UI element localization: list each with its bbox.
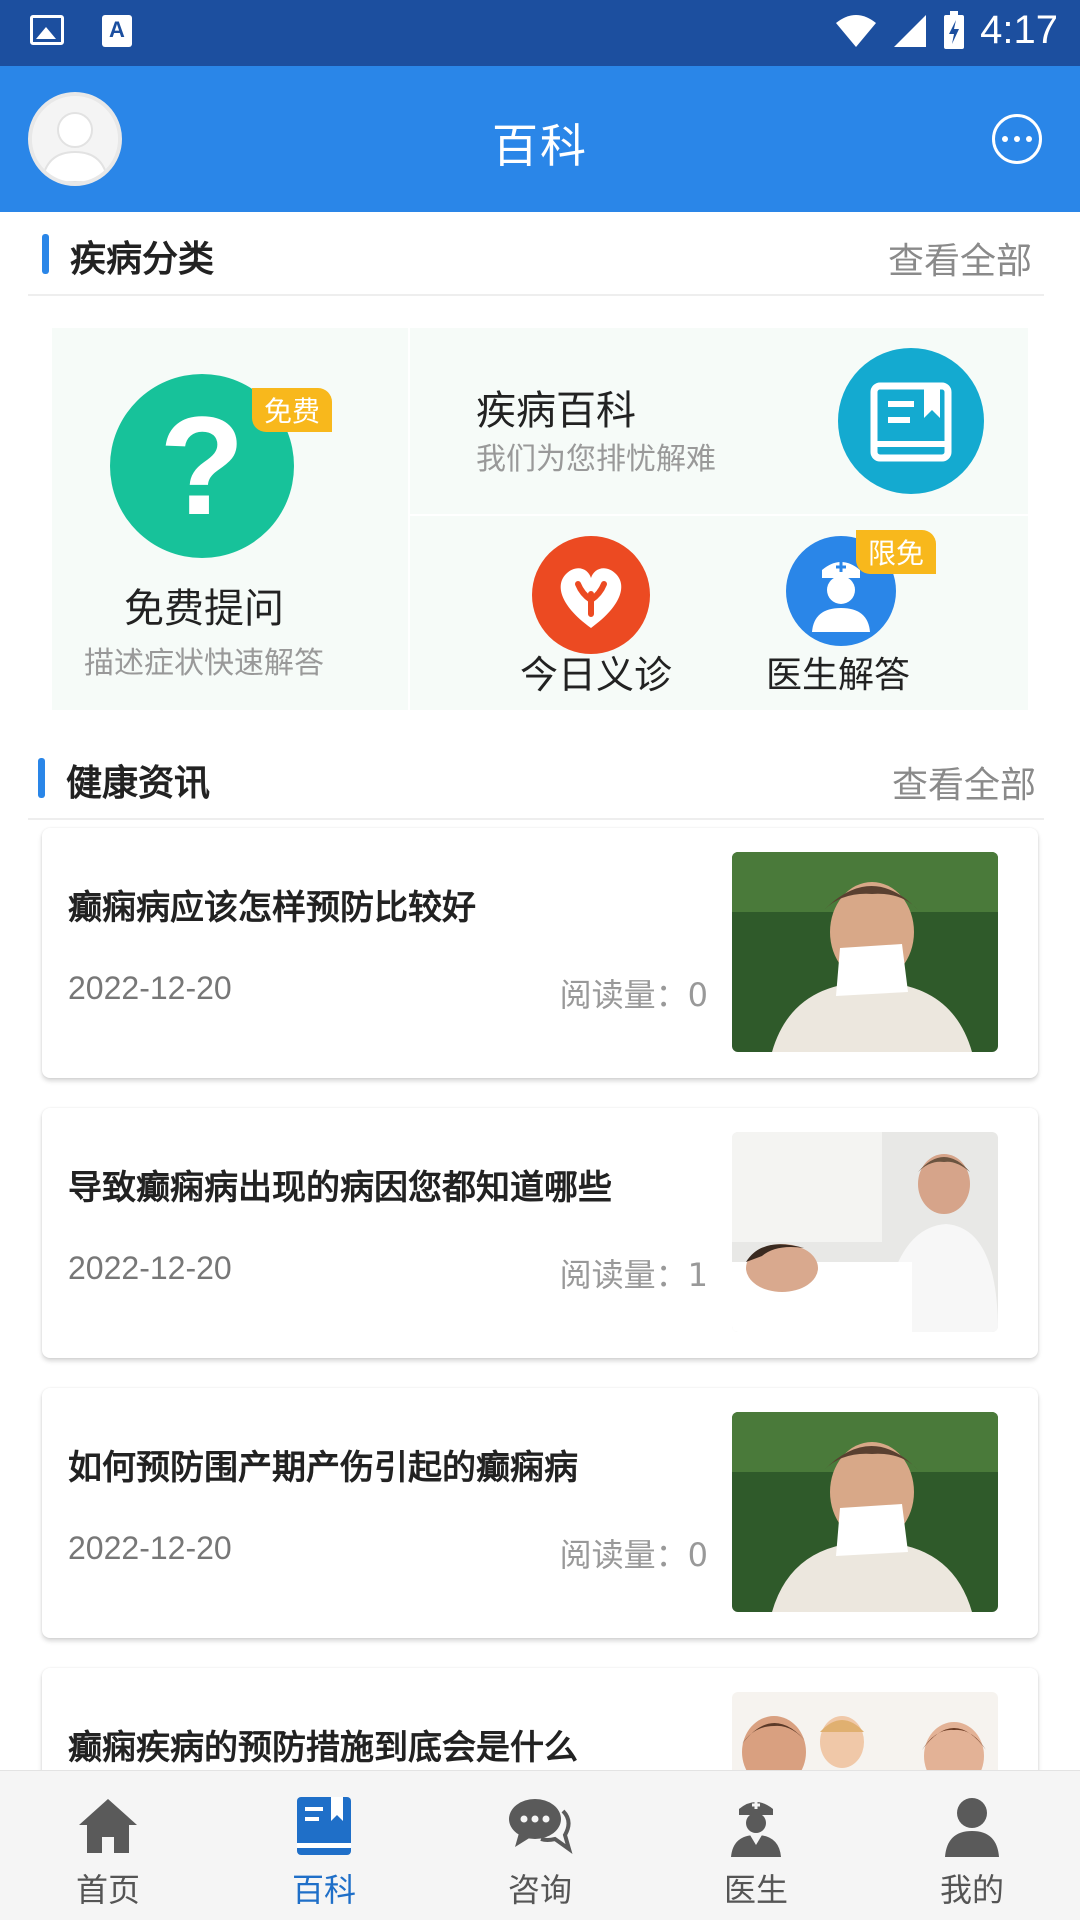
news-date: 2022-12-20 xyxy=(68,1530,232,1566)
news-title: 癫痫疾病的预防措施到底会是什么 xyxy=(68,1728,578,1768)
more-dot-icon xyxy=(1026,136,1032,142)
tab-label: 咨询 xyxy=(507,1871,572,1909)
news-thumbnail xyxy=(732,1412,998,1612)
news-date: 2022-12-20 xyxy=(68,970,232,1006)
disease-wiki-card[interactable]: 疾病百科 我们为您排忧解难 xyxy=(410,328,1028,514)
user-icon xyxy=(945,1798,999,1857)
view-all-diseases-link[interactable]: 查看全部 xyxy=(888,232,1032,284)
news-title: 导致癫痫病出现的病因您都知道哪些 xyxy=(68,1168,612,1208)
news-title: 如何预防围产期产伤引起的癫痫病 xyxy=(68,1448,578,1488)
section-title: 健康资讯 xyxy=(66,763,211,804)
more-dot-icon xyxy=(1002,136,1008,142)
news-card[interactable]: 导致癫痫病出现的病因您都知道哪些 2022-12-20 阅读量：1 xyxy=(42,1108,1038,1358)
bottom-navigation: 首页 百科 咨询 医生 我的 xyxy=(0,1770,1080,1920)
news-title: 癫痫病应该怎样预防比较好 xyxy=(68,888,476,928)
tab-mine[interactable]: 我的 xyxy=(864,1771,1080,1920)
wifi-icon xyxy=(836,14,877,47)
book-icon xyxy=(297,1797,351,1855)
news-thumbnail xyxy=(732,1132,998,1332)
page-title: 百科 xyxy=(492,119,588,173)
clinic-doctor-row: 今日义诊 限免 医生解答 xyxy=(410,516,1028,710)
view-all-news-link[interactable]: 查看全部 xyxy=(892,756,1036,808)
tab-doctor[interactable]: 医生 xyxy=(648,1771,864,1920)
status-bar: A 4:17 xyxy=(0,0,1080,66)
book-icon xyxy=(838,348,984,494)
news-date: 2022-12-20 xyxy=(68,1250,232,1286)
disease-wiki-subtitle: 我们为您排忧解难 xyxy=(476,442,716,477)
tab-label: 医生 xyxy=(723,1871,788,1909)
battery-icon xyxy=(944,10,965,49)
news-read-count: 阅读量：1 xyxy=(559,1256,708,1294)
section-title: 疾病分类 xyxy=(70,239,215,280)
home-icon xyxy=(79,1799,137,1853)
news-read-count: 阅读量：0 xyxy=(559,976,708,1014)
doctor-answer-label[interactable]: 医生解答 xyxy=(728,646,948,698)
news-thumbnail xyxy=(732,852,998,1052)
tab-label: 首页 xyxy=(75,1871,140,1909)
limited-free-badge: 限免 xyxy=(856,530,937,574)
tab-label: 百科 xyxy=(291,1871,356,1909)
app-notification-icon: A xyxy=(102,15,132,47)
disease-category-header: 疾病分类 查看全部 xyxy=(28,212,1044,296)
signal-icon xyxy=(894,14,927,47)
news-card[interactable]: 如何预防围产期产伤引起的癫痫病 2022-12-20 阅读量：0 xyxy=(42,1388,1038,1638)
clock: 4:17 xyxy=(980,8,1058,52)
chat-icon xyxy=(509,1799,573,1854)
section-accent-bar xyxy=(42,234,49,274)
free-question-subtitle: 描述症状快速解答 xyxy=(84,646,324,681)
more-options-button[interactable] xyxy=(992,114,1042,164)
tab-wiki[interactable]: 百科 xyxy=(216,1771,432,1920)
category-grid: ? 免费 免费提问 描述症状快速解答 疾病百科 我们为您排忧解难 今日义诊 限免… xyxy=(52,328,1028,710)
doctor-icon xyxy=(731,1801,781,1857)
today-clinic-label[interactable]: 今日义诊 xyxy=(496,644,696,699)
news-card[interactable]: 癫痫病应该怎样预防比较好 2022-12-20 阅读量：0 xyxy=(42,828,1038,1078)
app-header: 百科 xyxy=(0,66,1080,212)
tab-home[interactable]: 首页 xyxy=(0,1771,216,1920)
tab-consult[interactable]: 咨询 xyxy=(432,1771,648,1920)
gallery-notification-icon xyxy=(30,15,64,45)
free-badge: 免费 xyxy=(252,388,333,432)
health-news-header: 健康资讯 查看全部 xyxy=(28,736,1044,820)
tab-label: 我的 xyxy=(939,1871,1004,1909)
free-question-card[interactable]: ? 免费 免费提问 描述症状快速解答 xyxy=(52,328,408,710)
disease-wiki-title: 疾病百科 xyxy=(476,388,636,434)
more-dot-icon xyxy=(1014,136,1020,142)
free-question-title: 免费提问 xyxy=(124,586,284,632)
news-read-count: 阅读量：0 xyxy=(559,1536,708,1574)
section-accent-bar xyxy=(38,758,45,798)
heart-icon[interactable] xyxy=(532,536,650,654)
